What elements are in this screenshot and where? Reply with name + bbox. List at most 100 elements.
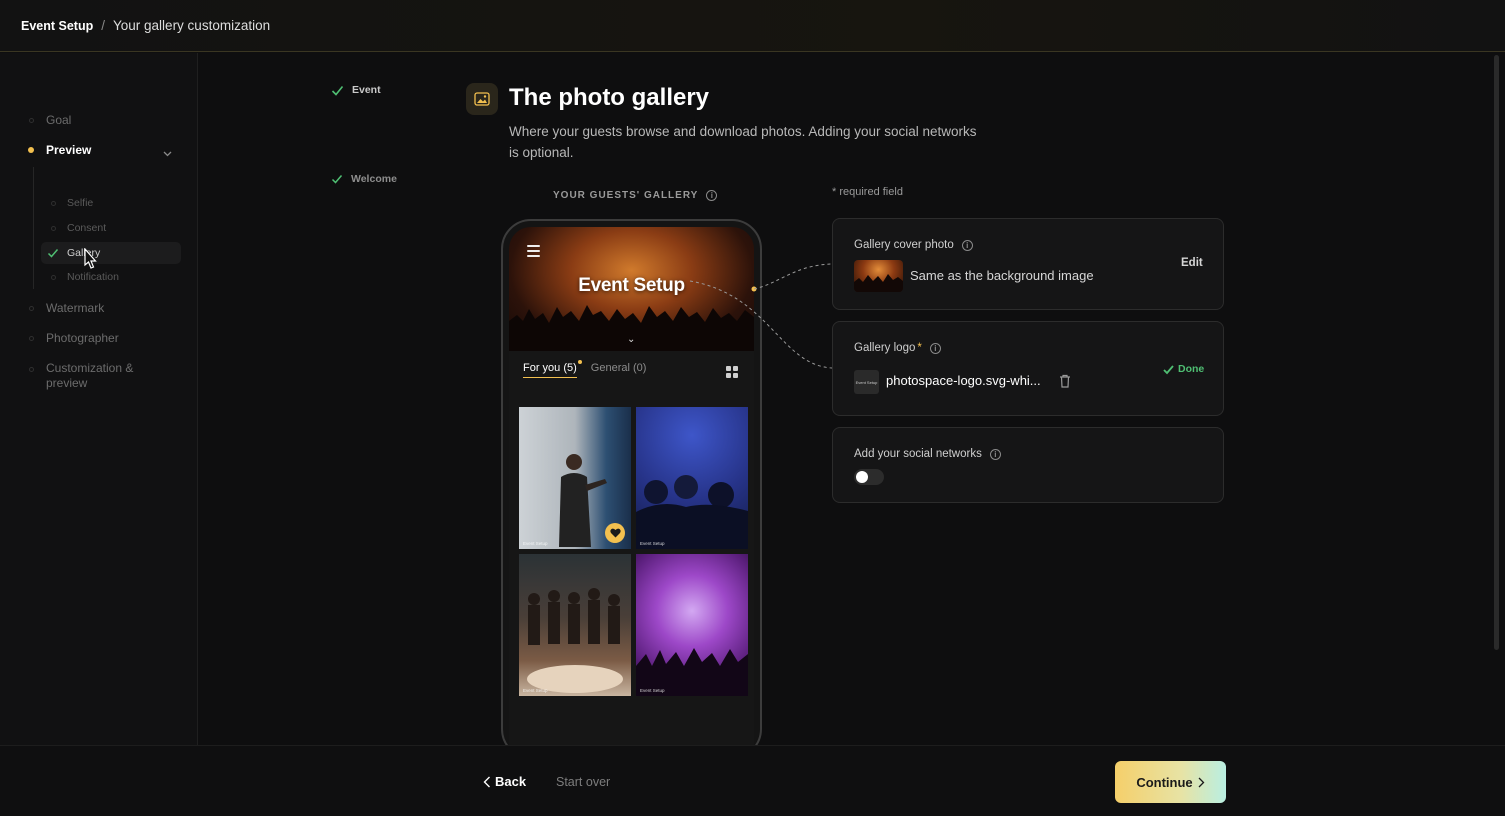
pending-dot-icon bbox=[50, 225, 56, 231]
sidebar-step-photographer[interactable]: Photographer bbox=[24, 331, 119, 345]
gallery-cover-label: Gallery cover photo i bbox=[854, 239, 973, 251]
notification-dot-icon bbox=[577, 360, 582, 364]
gallery-cover-image: Event Setup ⌄ bbox=[509, 227, 754, 351]
info-icon[interactable]: i bbox=[961, 239, 973, 251]
pending-dot-icon bbox=[50, 200, 56, 206]
grid-view-icon[interactable] bbox=[726, 366, 738, 378]
sidebar-substep-label: Notification bbox=[67, 271, 119, 283]
chevron-down-icon[interactable] bbox=[162, 146, 173, 164]
sidebar-substep-label: Consent bbox=[67, 222, 107, 234]
card-label-text: Add your social networks bbox=[854, 448, 982, 460]
back-button-label: Back bbox=[495, 774, 527, 789]
pending-dot-icon bbox=[28, 366, 34, 372]
gallery-cover-card: Gallery cover photo i Same as the backgr… bbox=[832, 218, 1224, 310]
social-networks-toggle[interactable] bbox=[854, 469, 884, 485]
sidebar-step-watermark[interactable]: Watermark bbox=[24, 301, 104, 315]
sidebar-substep-gallery[interactable]: Gallery bbox=[41, 242, 181, 264]
continue-button[interactable]: Continue bbox=[1115, 761, 1226, 803]
heart-icon[interactable] bbox=[605, 523, 625, 543]
info-icon[interactable]: i bbox=[989, 448, 1001, 460]
sidebar-step-customization[interactable]: Customization & preview bbox=[24, 361, 146, 391]
info-icon[interactable]: i bbox=[929, 342, 941, 354]
check-icon bbox=[330, 83, 344, 97]
sidebar-step-label: Event bbox=[352, 84, 381, 96]
sidebar-substep-welcome[interactable]: Welcome bbox=[330, 172, 397, 186]
image-icon bbox=[466, 83, 498, 115]
check-icon bbox=[330, 172, 344, 186]
photo-watermark: Event Setup bbox=[640, 688, 665, 693]
page-title: The photo gallery bbox=[509, 84, 710, 111]
sidebar-step-preview[interactable]: Preview bbox=[24, 143, 91, 157]
sidebar-step-label: Preview bbox=[46, 143, 92, 157]
cover-photo-value: Same as the background image bbox=[910, 268, 1094, 283]
pending-dot-icon bbox=[50, 274, 56, 280]
active-dot-icon bbox=[28, 147, 34, 153]
edit-cover-button[interactable]: Edit bbox=[1181, 257, 1203, 269]
chevron-down-icon[interactable]: ⌄ bbox=[627, 334, 635, 345]
tab-for-you[interactable]: For you (5) bbox=[523, 360, 582, 378]
tab-general[interactable]: General (0) bbox=[591, 362, 647, 378]
start-over-button[interactable]: Start over bbox=[556, 775, 610, 789]
check-icon bbox=[46, 246, 60, 260]
scrollbar[interactable] bbox=[1494, 55, 1499, 650]
sidebar-step-event[interactable]: Event bbox=[330, 83, 381, 97]
upload-status-text: Done bbox=[1178, 363, 1205, 375]
gallery-logo-label: Gallery logo * i bbox=[854, 342, 941, 354]
photo-watermark: Event Setup bbox=[640, 541, 665, 546]
logo-filename: photospace-logo.svg-whi... bbox=[886, 373, 1041, 388]
back-button[interactable]: Back bbox=[483, 774, 526, 789]
footer-bar: Back Start over Continue bbox=[0, 745, 1505, 816]
breadcrumb-current: Your gallery customization bbox=[113, 18, 271, 33]
tab-label: For you (5) bbox=[523, 362, 577, 374]
gallery-tabs: For you (5) General (0) bbox=[523, 360, 647, 378]
toggle-knob bbox=[856, 471, 868, 483]
trash-icon[interactable] bbox=[1059, 374, 1071, 393]
gallery-cover-title: Event Setup bbox=[578, 275, 685, 296]
continue-button-label: Continue bbox=[1136, 774, 1193, 790]
top-bar: Event Setup / Your gallery customization bbox=[0, 0, 1505, 52]
sidebar-step-label: Goal bbox=[46, 113, 72, 127]
photo-watermark: Event Setup bbox=[523, 688, 548, 693]
phone-preview: Event Setup ⌄ For you (5) General (0) Ev… bbox=[501, 219, 762, 759]
required-asterisk: * bbox=[917, 342, 922, 354]
check-icon bbox=[1163, 364, 1174, 374]
photo-watermark: Event Setup bbox=[523, 541, 548, 546]
sidebar-step-label: Watermark bbox=[46, 301, 105, 315]
logo-thumbnail: Event Setup bbox=[854, 370, 879, 394]
gallery-photo[interactable]: Event Setup bbox=[519, 407, 631, 549]
hamburger-icon[interactable] bbox=[527, 245, 540, 260]
sidebar-step-label: Customization & preview bbox=[46, 361, 134, 390]
social-networks-label: Add your social networks i bbox=[854, 448, 1001, 460]
gallery-logo-card: Gallery logo * i Event Setup photospace-… bbox=[832, 321, 1224, 416]
gallery-photo[interactable]: Event Setup bbox=[519, 554, 631, 696]
breadcrumb-separator: / bbox=[101, 18, 106, 33]
gallery-photo[interactable]: Event Setup bbox=[636, 407, 748, 549]
pending-dot-icon bbox=[28, 117, 34, 123]
pending-dot-icon bbox=[28, 335, 34, 341]
mouse-cursor-icon bbox=[84, 248, 97, 269]
social-networks-card: Add your social networks i bbox=[832, 427, 1224, 503]
required-field-note: * required field bbox=[832, 186, 903, 198]
card-label-text: Gallery logo bbox=[854, 342, 916, 354]
cover-photo-thumbnail bbox=[854, 260, 903, 292]
sidebar-substep-label: Selfie bbox=[67, 197, 94, 209]
pending-dot-icon bbox=[28, 305, 34, 311]
sidebar-substep-selfie[interactable]: Selfie bbox=[46, 196, 93, 210]
gallery-photo[interactable]: Event Setup bbox=[636, 554, 748, 696]
gallery-preview-label: YOUR GUESTS' GALLERY i bbox=[553, 190, 718, 201]
card-label-text: Gallery cover photo bbox=[854, 239, 954, 251]
upload-status: Done bbox=[1163, 363, 1204, 375]
sidebar-substep-notification[interactable]: Notification bbox=[46, 270, 119, 284]
sidebar-substep-consent[interactable]: Consent bbox=[46, 221, 106, 235]
chevron-left-icon bbox=[483, 776, 490, 787]
page-subtitle: Where your guests browse and download ph… bbox=[509, 124, 977, 160]
substep-connector-line bbox=[33, 167, 34, 289]
breadcrumb-parent[interactable]: Event Setup bbox=[21, 19, 93, 33]
gallery-preview-label-text: YOUR GUESTS' GALLERY bbox=[553, 190, 699, 201]
sidebar-step-goal[interactable]: Goal bbox=[24, 113, 71, 127]
sidebar-substep-label: Welcome bbox=[351, 173, 397, 185]
sidebar-step-label: Photographer bbox=[46, 331, 119, 345]
info-icon[interactable]: i bbox=[706, 190, 718, 201]
connector-lines bbox=[689, 263, 833, 369]
chevron-right-icon bbox=[1198, 777, 1205, 787]
